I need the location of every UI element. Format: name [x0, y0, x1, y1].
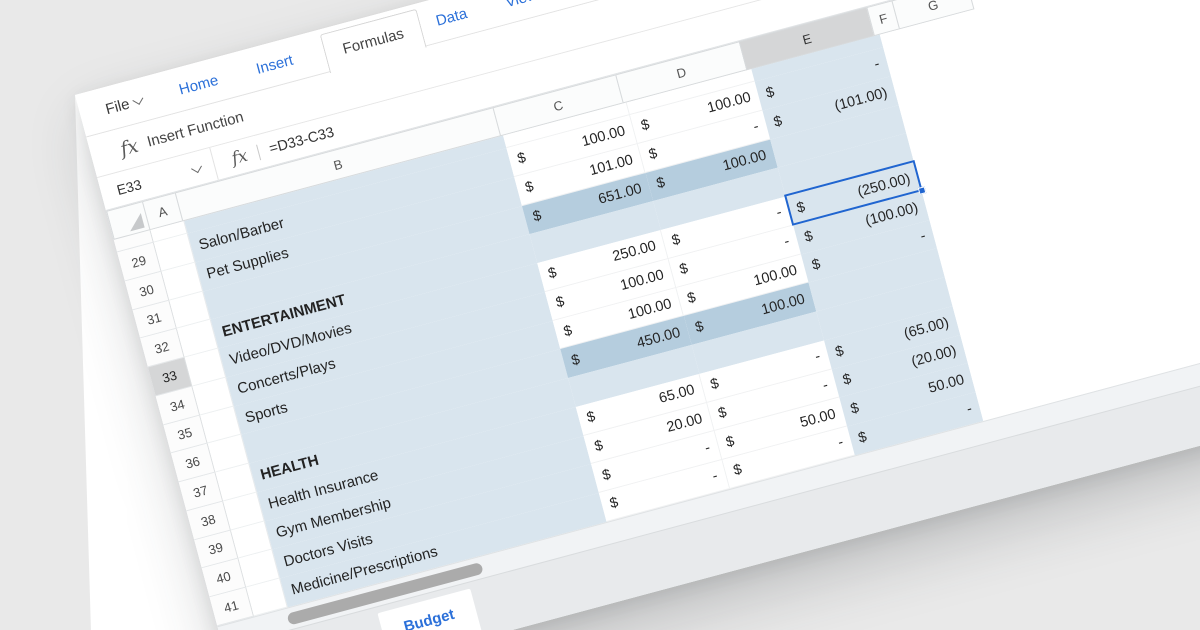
currency-symbol: $: [639, 117, 652, 135]
currency-symbol: $: [515, 150, 528, 168]
function-fx-icon: fx: [117, 134, 141, 161]
cell-value: -: [710, 468, 720, 486]
cell-value: 651.00: [596, 181, 644, 209]
cell-value: 50.00: [798, 405, 838, 431]
fx-icon[interactable]: fx: [229, 145, 250, 168]
cell-value: 450.00: [635, 324, 683, 352]
cell-value: 100.00: [721, 147, 769, 175]
hero-image: File HomeInsertFormulasDataView fx Inser…: [0, 0, 1200, 630]
divider: [255, 144, 261, 160]
cell-value: 100.00: [759, 291, 807, 319]
currency-symbol: $: [802, 227, 815, 246]
cell-value: -: [751, 118, 761, 136]
currency-symbol: $: [731, 461, 744, 480]
currency-symbol: $: [523, 178, 536, 197]
cell-value: (65.00): [902, 314, 951, 342]
cell-value: 101.00: [587, 152, 635, 180]
chevron-down-icon: [132, 93, 144, 105]
cell-value: (20.00): [909, 343, 959, 371]
currency-symbol: $: [670, 231, 683, 250]
currency-symbol: $: [833, 342, 846, 361]
currency-symbol: $: [562, 322, 574, 341]
cell-value: -: [964, 400, 974, 418]
cell-value: -: [782, 233, 792, 251]
currency-symbol: $: [554, 293, 567, 312]
cell-value: 65.00: [657, 382, 697, 407]
currency-symbol: $: [856, 428, 869, 447]
currency-symbol: $: [848, 400, 861, 418]
chevron-down-icon[interactable]: [190, 161, 202, 173]
cell-value: 50.00: [926, 372, 967, 397]
currency-symbol: $: [764, 84, 777, 102]
file-menu-label: File: [103, 95, 132, 118]
currency-symbol: $: [546, 265, 559, 283]
cell-value: -: [836, 434, 846, 452]
cell-value: -: [774, 204, 784, 222]
currency-symbol: $: [771, 112, 784, 131]
cell-value: -: [918, 228, 928, 246]
currency-symbol: $: [708, 375, 721, 394]
currency-symbol: $: [655, 174, 667, 193]
select-all-triangle-icon: [126, 212, 145, 232]
cell-value: -: [703, 439, 712, 457]
spreadsheet-window: File HomeInsertFormulasDataView fx Inser…: [75, 0, 1200, 630]
currency-symbol: $: [531, 208, 544, 226]
cell-value: -: [813, 348, 823, 366]
currency-symbol: $: [716, 404, 729, 422]
cell-value: 20.00: [664, 410, 705, 436]
currency-symbol: $: [685, 289, 698, 307]
currency-symbol: $: [585, 408, 598, 427]
currency-symbol: $: [810, 256, 823, 275]
currency-symbol: $: [647, 145, 660, 164]
cell-value: 100.00: [705, 89, 753, 117]
sheet-tab-label: Budget: [401, 605, 457, 630]
cell-value: 100.00: [580, 123, 628, 151]
currency-symbol: $: [841, 371, 854, 390]
currency-symbol: $: [600, 466, 613, 484]
cell-value: -: [872, 55, 882, 73]
name-box-value: E33: [114, 175, 144, 198]
currency-symbol: $: [608, 494, 621, 513]
cell-value: 100.00: [751, 262, 799, 290]
currency-symbol: $: [592, 437, 605, 456]
cell-value: 100.00: [626, 295, 674, 323]
currency-symbol: $: [677, 260, 690, 279]
currency-symbol: $: [724, 433, 737, 451]
cell-value: -: [820, 377, 830, 394]
cell-value: 100.00: [618, 267, 666, 295]
cell-value: 250.00: [611, 238, 658, 266]
currency-symbol: $: [693, 318, 706, 337]
currency-symbol: $: [569, 351, 582, 370]
